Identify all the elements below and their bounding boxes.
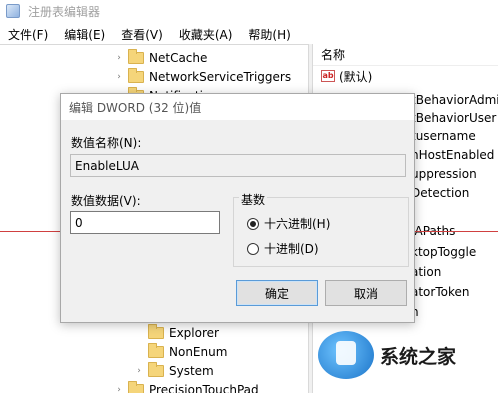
tree-item-label: NetworkServiceTriggers — [149, 69, 292, 84]
list-item-label: ation — [411, 265, 442, 279]
tree-item-label: NetCache — [149, 50, 208, 65]
folder-icon — [128, 48, 144, 64]
chevron-right-icon[interactable]: › — [114, 385, 124, 393]
tree-item-label: PrecisionTouchPad — [149, 382, 259, 393]
list-item[interactable]: nHostEnabled — [411, 145, 494, 165]
tree-item-label: System — [169, 363, 214, 378]
dialog-title: 编辑 DWORD (32 位)值 — [69, 100, 202, 115]
column-header-name[interactable]: 名称 — [313, 44, 498, 66]
list-item[interactable]: ation — [411, 262, 441, 282]
ok-button[interactable]: 确定 — [236, 280, 318, 306]
list-item-label: Detection — [411, 186, 470, 200]
tree-item-netcache[interactable]: › NetCache — [114, 48, 207, 67]
column-header-label: 名称 — [321, 48, 346, 62]
chevron-right-icon[interactable]: › — [114, 53, 124, 63]
list-item[interactable]: ktopToggle — [411, 242, 476, 262]
list-item-label: atorToken — [411, 285, 470, 299]
value-data-label: 数值数据(V): — [71, 194, 141, 208]
folder-icon — [128, 380, 144, 393]
value-name-field: EnableLUA — [70, 154, 406, 177]
tree-item-system[interactable]: › System — [134, 361, 214, 380]
tree-item-explorer[interactable]: Explorer — [134, 323, 219, 342]
list-item-label: nHostEnabled — [411, 148, 495, 162]
radio-decimal[interactable]: 十进制(D) — [247, 240, 319, 257]
tree-item-label: Explorer — [169, 325, 219, 340]
window-title: 注册表编辑器 — [28, 4, 101, 19]
tree-item-precisiontouchpad[interactable]: › PrecisionTouchPad — [114, 380, 259, 393]
menu-bar: 文件(F) 编辑(E) 查看(V) 收藏夹(A) 帮助(H) — [0, 24, 498, 44]
tree-item-nonenum[interactable]: NonEnum — [134, 342, 227, 361]
chevron-right-icon[interactable]: › — [134, 366, 144, 376]
folder-icon — [128, 67, 144, 83]
list-item[interactable]: atorToken — [411, 282, 469, 302]
radio-selected-icon[interactable] — [247, 217, 259, 230]
chevron-right-icon[interactable]: › — [114, 72, 124, 82]
menu-favorites[interactable]: 收藏夹(A) — [171, 26, 241, 43]
list-item[interactable]: Detection — [411, 183, 469, 203]
radio-unselected-icon[interactable] — [247, 242, 259, 255]
dialog-title-bar[interactable]: 编辑 DWORD (32 位)值 — [61, 94, 414, 120]
list-item-label: tBehaviorAdmin — [411, 93, 498, 107]
watermark-logo-icon — [318, 331, 374, 379]
watermark-text: 系统之家 — [380, 345, 457, 368]
folder-icon — [148, 323, 164, 339]
list-item-label: ktopToggle — [411, 245, 477, 259]
string-value-icon: ab — [321, 70, 335, 82]
list-item[interactable]: tBehaviorUser — [411, 108, 496, 128]
menu-help[interactable]: 帮助(H) — [240, 26, 298, 43]
list-item-label: tBehaviorUser — [411, 111, 497, 125]
menu-view[interactable]: 查看(V) — [113, 26, 171, 43]
menu-file[interactable]: 文件(F) — [0, 26, 56, 43]
base-group-label: 基数 — [239, 191, 268, 208]
list-item[interactable]: tBehaviorAdmin — [411, 90, 498, 110]
list-item-default[interactable]: ab (默认) — [321, 66, 372, 86]
list-item[interactable]: uppression — [411, 164, 477, 184]
cancel-button[interactable]: 取消 — [325, 280, 407, 306]
radio-dec-label: 十进制(D) — [264, 242, 319, 256]
tree-item-label: NonEnum — [169, 344, 228, 359]
radio-hexadecimal[interactable]: 十六进制(H) — [247, 215, 330, 232]
value-data-input[interactable]: 0 — [70, 211, 220, 234]
folder-icon — [148, 361, 164, 377]
value-name-label: 数值名称(N): — [71, 136, 142, 150]
watermark: 系统之家 — [318, 326, 498, 384]
edit-dword-dialog: 编辑 DWORD (32 位)值 数值名称(N): EnableLUA 数值数据… — [60, 93, 415, 323]
regedit-app-icon — [6, 4, 20, 18]
tree-item-networkservicetriggers[interactable]: › NetworkServiceTriggers — [114, 67, 291, 86]
title-bar: 注册表编辑器 — [0, 0, 498, 22]
radio-hex-label: 十六进制(H) — [264, 217, 331, 231]
folder-icon — [148, 342, 164, 358]
list-item[interactable]: tusername — [411, 126, 476, 146]
list-item-label: uppression — [411, 167, 477, 181]
menu-edit[interactable]: 编辑(E) — [56, 26, 113, 43]
list-item-label: (默认) — [339, 69, 373, 84]
list-item-label: tusername — [411, 129, 476, 143]
